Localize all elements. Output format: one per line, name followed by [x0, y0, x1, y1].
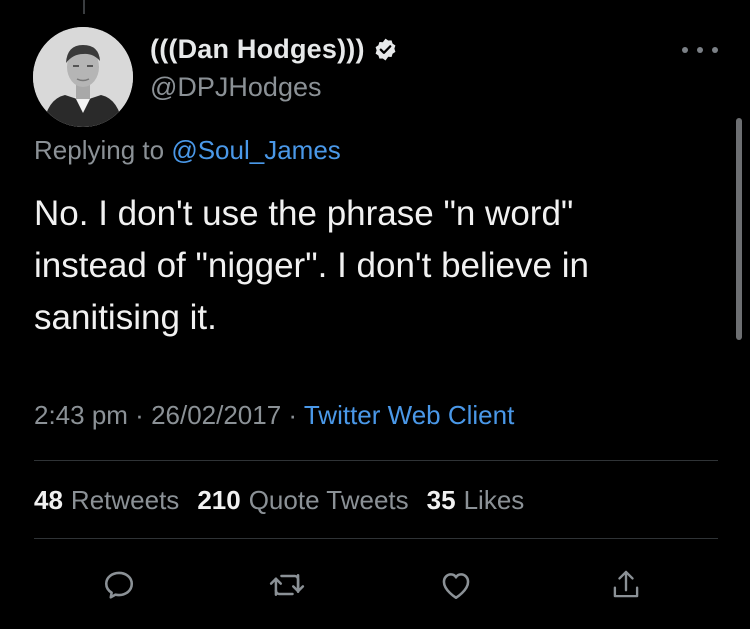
meta-separator: · [281, 400, 304, 430]
scrollbar[interactable] [736, 118, 742, 340]
tweet-source-link[interactable]: Twitter Web Client [304, 400, 514, 430]
tweet-stats: 48 Retweets 210 Quote Tweets 35 Likes [34, 485, 542, 516]
replying-to: Replying to @Soul_James [34, 135, 341, 166]
reply-icon[interactable] [94, 560, 144, 610]
like-icon[interactable] [431, 560, 481, 610]
tweet-actions [0, 560, 750, 610]
verified-badge-icon [373, 37, 398, 62]
likes-label: Likes [463, 485, 525, 515]
likes-count: 35 [426, 485, 456, 515]
quote-tweets-count: 210 [197, 485, 241, 515]
share-icon[interactable] [601, 560, 651, 610]
tweet: (((Dan Hodges))) @DPJHodges Replying to … [0, 0, 750, 629]
display-name[interactable]: (((Dan Hodges))) [150, 34, 365, 65]
quote-tweets-label: Quote Tweets [248, 485, 409, 515]
retweets-count: 48 [34, 485, 63, 515]
retweet-icon[interactable] [262, 560, 312, 610]
divider [34, 538, 718, 539]
quote-tweets-stat[interactable]: 210 Quote Tweets [197, 485, 408, 516]
retweets-stat[interactable]: 48 Retweets [34, 485, 179, 516]
more-dot [682, 47, 688, 53]
author-name-row: (((Dan Hodges))) [150, 34, 398, 65]
reply-mention-link[interactable]: @Soul_James [171, 135, 340, 165]
author-handle[interactable]: @DPJHodges [150, 72, 321, 103]
retweets-label: Retweets [70, 485, 180, 515]
more-icon[interactable] [682, 40, 718, 60]
replying-to-label: Replying to [34, 135, 165, 165]
more-dot [712, 47, 718, 53]
divider [34, 460, 718, 461]
more-dot [697, 47, 703, 53]
avatar[interactable] [33, 27, 133, 127]
likes-stat[interactable]: 35 Likes [427, 485, 525, 516]
tweet-text: No. I don't use the phrase "n word" inst… [34, 194, 589, 337]
tweet-date[interactable]: 26/02/2017 [151, 400, 281, 430]
tweet-time[interactable]: 2:43 pm [34, 400, 128, 430]
meta-separator: · [127, 400, 152, 430]
tweet-meta: 2:43 pm · 26/02/2017 · Twitter Web Clien… [34, 400, 514, 431]
